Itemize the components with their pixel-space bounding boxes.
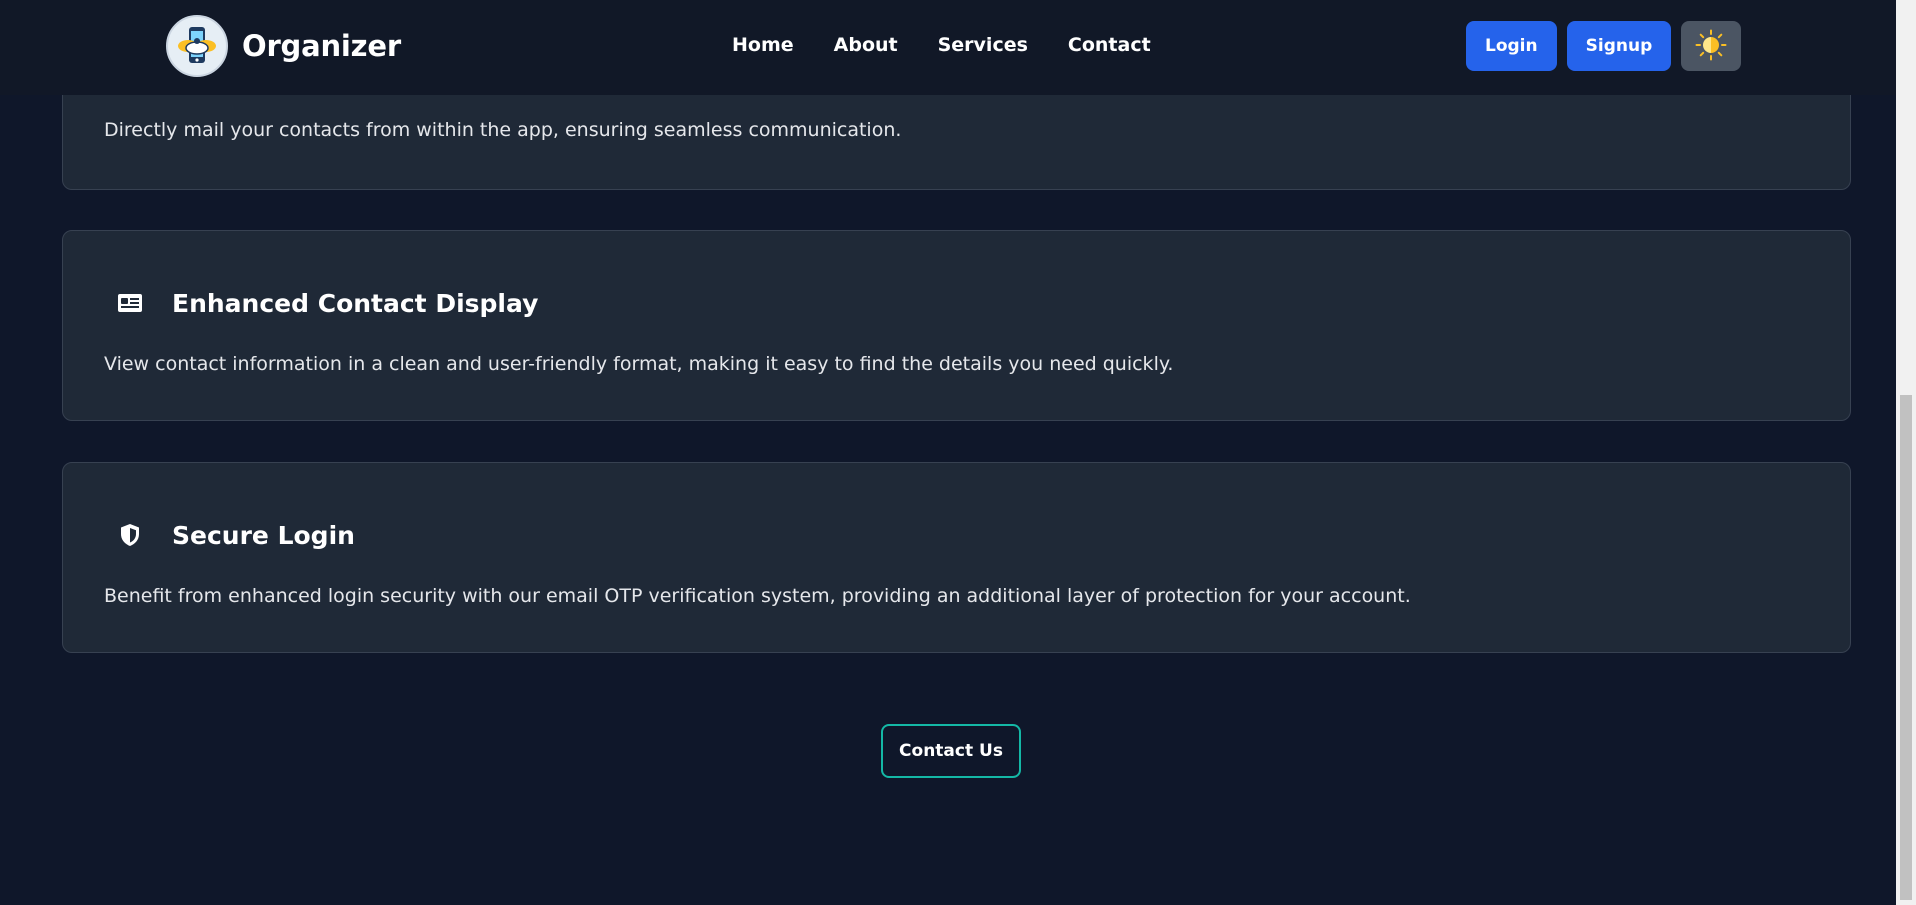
signup-button[interactable]: Signup — [1566, 21, 1672, 71]
page-scrollbar[interactable] — [1896, 0, 1916, 905]
feature-card-contact-display: Enhanced Contact Display View contact in… — [62, 230, 1851, 421]
theme-toggle-button[interactable] — [1681, 21, 1742, 71]
nav-actions: Login Signup — [1466, 21, 1742, 71]
feature-title: Enhanced Contact Display — [172, 288, 539, 318]
main-nav: Home About Services Contact — [732, 34, 1191, 56]
feature-description: Benefit from enhanced login security wit… — [104, 585, 1411, 607]
logo-icon — [166, 15, 228, 77]
shield-icon — [113, 518, 147, 552]
contact-us-button[interactable]: Contact Us — [881, 724, 1021, 778]
feature-card-secure-login: Secure Login Benefit from enhanced login… — [62, 462, 1851, 653]
login-button[interactable]: Login — [1466, 21, 1557, 71]
nav-services[interactable]: Services — [938, 34, 1028, 56]
id-card-icon — [113, 286, 147, 320]
nav-home[interactable]: Home — [732, 34, 794, 56]
nav-about[interactable]: About — [834, 34, 898, 56]
feature-description: Directly mail your contacts from within … — [104, 119, 902, 141]
brand-name: Organizer — [242, 29, 401, 63]
nav-contact[interactable]: Contact — [1068, 34, 1151, 56]
brand[interactable]: Organizer — [166, 15, 401, 77]
feature-description: View contact information in a clean and … — [104, 353, 1174, 375]
scrollbar-thumb[interactable] — [1900, 395, 1912, 900]
navbar: Organizer Home About Services Contact Lo… — [0, 0, 1896, 95]
sun-icon — [1695, 29, 1727, 64]
feature-title: Secure Login — [172, 520, 355, 550]
